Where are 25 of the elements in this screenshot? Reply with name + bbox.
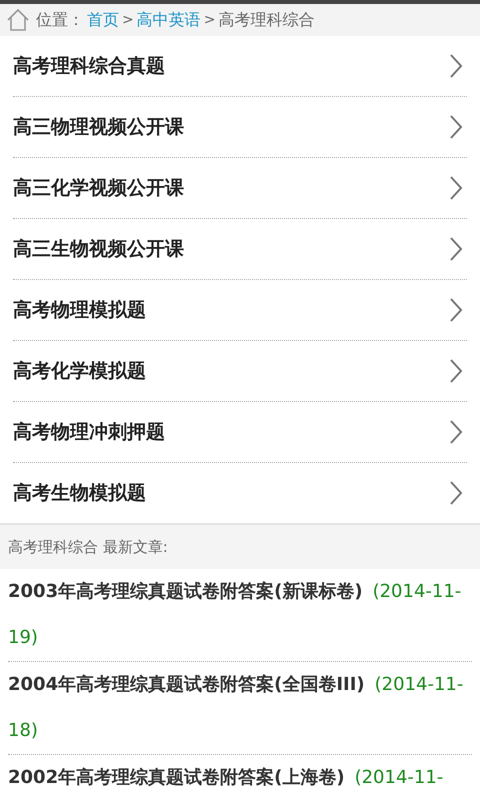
breadcrumb-separator: > [122, 12, 134, 28]
chevron-icon [449, 419, 463, 445]
category-item[interactable]: 高三化学视频公开课 [13, 158, 467, 219]
chevron-icon [449, 114, 463, 140]
category-item[interactable]: 高考化学模拟题 [13, 341, 467, 402]
chevron-icon [449, 175, 463, 201]
article-link[interactable]: 2003年高考理综真题试卷附答案(新课标卷) (2014-11-19) [8, 569, 472, 661]
breadcrumb-separator: > [204, 12, 216, 28]
chevron-icon [449, 480, 463, 506]
article-link[interactable]: 2004年高考理综真题试卷附答案(全国卷III) (2014-11-18) [8, 662, 472, 754]
chevron-icon [449, 358, 463, 384]
chevron-icon [449, 236, 463, 262]
category-item[interactable]: 高考理科综合真题 [13, 36, 467, 97]
category-item[interactable]: 高三物理视频公开课 [13, 97, 467, 158]
section-header: 高考理科综合 最新文章: [0, 523, 480, 569]
chevron-icon [449, 297, 463, 323]
category-item[interactable]: 高三生物视频公开课 [13, 219, 467, 280]
breadcrumb-label: 位置： [36, 10, 84, 30]
category-item[interactable]: 高考生物模拟题 [13, 463, 467, 523]
category-item[interactable]: 高考物理模拟题 [13, 280, 467, 341]
category-item[interactable]: 高考物理冲刺押题 [13, 402, 467, 463]
home-icon[interactable] [6, 8, 30, 32]
chevron-icon [449, 53, 463, 79]
breadcrumb-current: 高考理科综合 [218, 10, 314, 30]
article-link[interactable]: 2002年高考理综真题试卷附答案(上海卷) (2014-11- [8, 755, 472, 800]
